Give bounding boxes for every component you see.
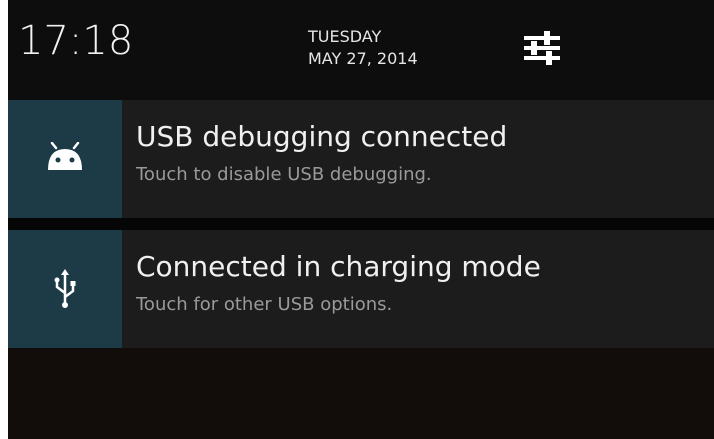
date-display: TUESDAY MAY 27, 2014 [308,26,418,70]
notification-icon-box [8,100,122,218]
status-header: 17:18 TUESDAY MAY 27, 2014 [8,0,714,100]
divider [8,218,714,230]
notification-shade: 17:18 TUESDAY MAY 27, 2014 USB debugging… [8,0,714,439]
notification-charging-mode[interactable]: Connected in charging mode Touch for oth… [8,230,714,348]
android-head-icon [48,142,82,170]
background-area [8,348,714,439]
notification-text: Touch for other USB options. [136,294,393,315]
usb-icon [54,269,76,308]
notification-icon-box [8,230,122,348]
day-label: TUESDAY [308,27,382,46]
quick-settings-sliders-icon [524,31,560,65]
clock-time: 17:18 [18,18,134,64]
date-label: MAY 27, 2014 [308,49,418,68]
notification-text: Touch to disable USB debugging. [136,164,432,185]
notification-usb-debugging[interactable]: USB debugging connected Touch to disable… [8,100,714,218]
notification-title: USB debugging connected [136,120,508,153]
notification-title: Connected in charging mode [136,250,541,283]
quick-settings-button[interactable] [516,22,568,74]
